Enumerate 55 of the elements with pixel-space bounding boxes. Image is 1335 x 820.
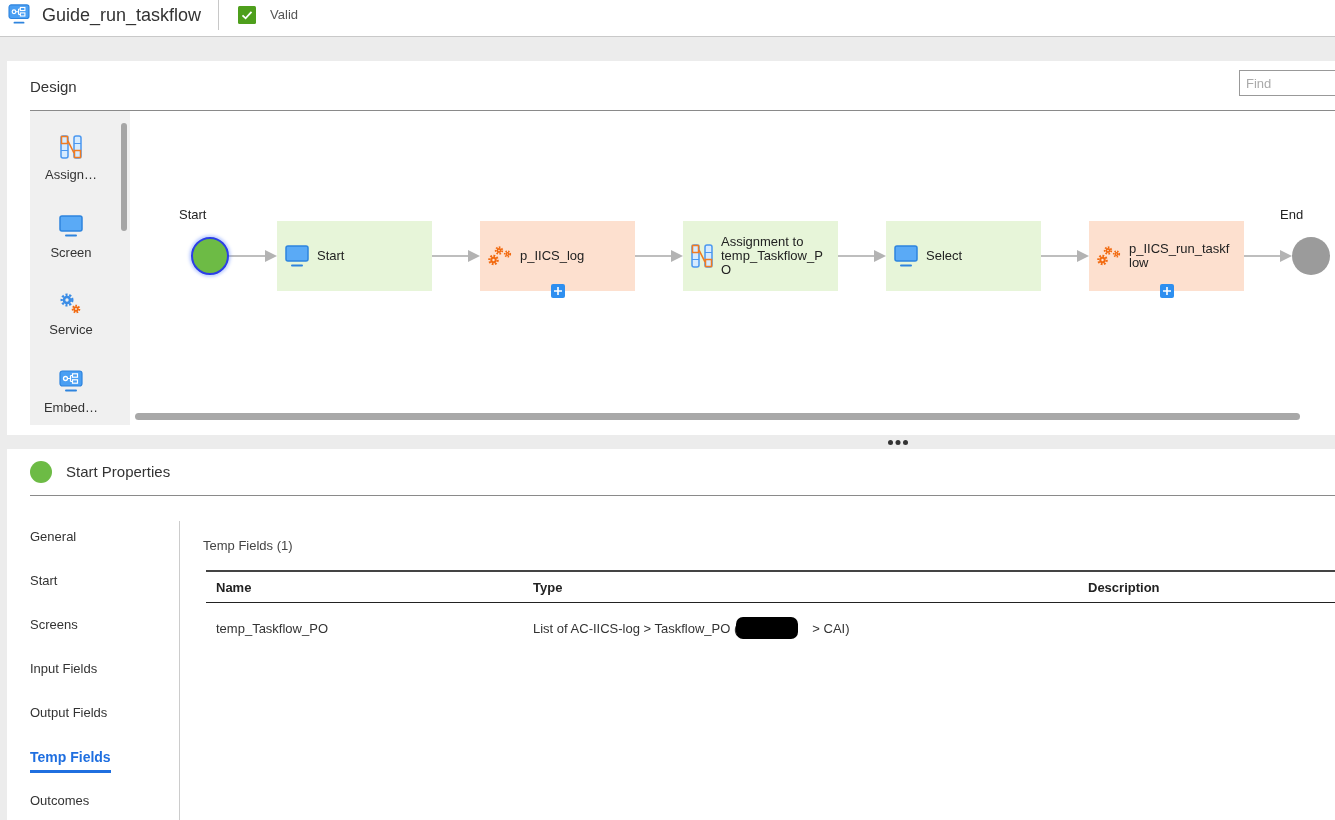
monitor-icon bbox=[894, 245, 918, 267]
table-cell-text: > CAI) bbox=[812, 620, 850, 636]
connector-arrow bbox=[229, 250, 277, 262]
gears-icon bbox=[60, 293, 82, 314]
nav-tab[interactable]: Output Fields bbox=[30, 703, 108, 729]
palette-item[interactable]: Screen bbox=[50, 215, 92, 261]
flow-step[interactable]: Assignment to temp_Taskflow_PO bbox=[683, 221, 838, 291]
section-title: Temp Fields (1) bbox=[203, 538, 293, 554]
nav-tab[interactable]: Input Fields bbox=[30, 659, 98, 685]
assignment-icon bbox=[691, 244, 713, 268]
add-button[interactable] bbox=[1160, 284, 1174, 298]
monitor-icon bbox=[285, 245, 309, 267]
column-header: Description bbox=[1087, 579, 1161, 595]
flow-step[interactable]: Select bbox=[886, 221, 1041, 291]
column-header: Type bbox=[532, 579, 564, 595]
add-button[interactable] bbox=[551, 284, 565, 298]
status-label: Valid bbox=[270, 6, 299, 24]
start-event[interactable] bbox=[191, 237, 229, 275]
event-label: Start bbox=[179, 207, 207, 223]
table-cell-text: temp_Taskflow_PO bbox=[215, 620, 329, 636]
palette-item[interactable]: Embed… bbox=[43, 370, 99, 416]
palette-item[interactable]: Service bbox=[49, 293, 93, 338]
nav-tab[interactable]: Outcomes bbox=[30, 791, 90, 817]
monitor-diagram-icon bbox=[59, 370, 83, 392]
panel-title: Start Properties bbox=[66, 463, 171, 481]
flow-step[interactable]: p_IICS_log bbox=[480, 221, 635, 291]
find-field[interactable]: Find bbox=[1239, 70, 1335, 96]
connector-arrow bbox=[432, 250, 480, 262]
end-event[interactable] bbox=[1292, 237, 1330, 275]
flow-step[interactable]: Start bbox=[277, 221, 432, 291]
drag-handle-icon[interactable] bbox=[888, 439, 908, 445]
nav-tab[interactable]: Temp Fields bbox=[30, 747, 111, 773]
panel-title: Design bbox=[30, 78, 77, 96]
horizontal-scrollbar[interactable] bbox=[135, 413, 1300, 420]
connector-arrow bbox=[838, 250, 886, 262]
plus-icon bbox=[554, 287, 562, 295]
gears-icon bbox=[1097, 246, 1121, 266]
start-event-icon bbox=[30, 461, 52, 483]
nav-tab[interactable]: General bbox=[30, 527, 77, 553]
monitor-diagram-icon bbox=[8, 4, 30, 24]
flow-title: Guide_run_taskflow bbox=[42, 4, 202, 28]
connector-arrow bbox=[1041, 250, 1089, 262]
plus-icon bbox=[1163, 287, 1171, 295]
connector-arrow bbox=[635, 250, 683, 262]
connector-arrow bbox=[1244, 250, 1292, 262]
palette-item[interactable]: Assign… bbox=[45, 135, 97, 183]
column-header: Name bbox=[215, 579, 253, 595]
event-label: End bbox=[1280, 207, 1304, 223]
monitor-icon bbox=[59, 215, 83, 237]
nav-tab[interactable]: Start bbox=[30, 571, 58, 597]
flow-step[interactable]: p_IICS_run_taskflow bbox=[1089, 221, 1244, 291]
vertical-scrollbar[interactable] bbox=[121, 123, 127, 231]
assignment-icon bbox=[60, 135, 82, 159]
gears-icon bbox=[488, 246, 512, 266]
nav-tab[interactable]: Screens bbox=[30, 615, 78, 641]
